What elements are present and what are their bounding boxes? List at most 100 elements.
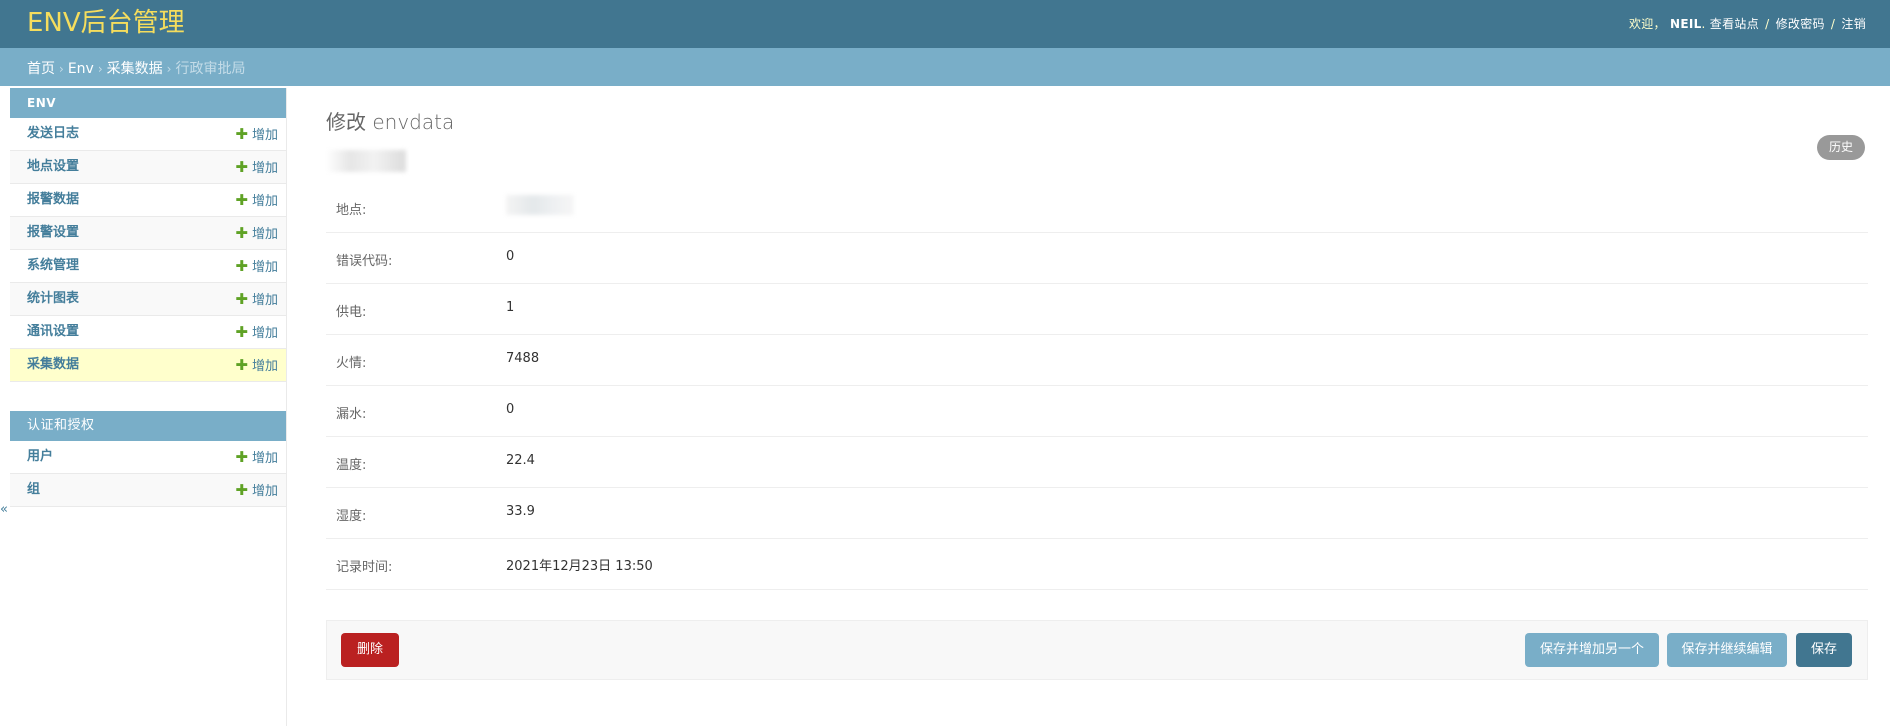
module-caption-env[interactable]: ENV: [10, 88, 286, 118]
plus-icon: ✚: [235, 356, 248, 374]
field-row-temperature: 温度: 22.4: [326, 437, 1868, 488]
breadcrumb-home[interactable]: 首页: [27, 61, 55, 77]
add-label: 增加: [251, 260, 278, 275]
sidebar-item-label[interactable]: 组: [27, 474, 40, 506]
sidebar-item-alarm-data: 报警数据 ✚ 增加: [10, 184, 286, 217]
username: NEIL: [1669, 17, 1702, 31]
history-button[interactable]: 历史: [1817, 135, 1866, 160]
sidebar-item-label[interactable]: 报警数据: [27, 184, 79, 216]
plus-icon: ✚: [235, 323, 248, 341]
sidebar-item-label[interactable]: 统计图表: [27, 283, 79, 315]
sidebar-item-label[interactable]: 地点设置: [27, 151, 79, 183]
site-brand[interactable]: ENV后台管理: [27, 6, 185, 40]
sidebar-item-label[interactable]: 系统管理: [27, 250, 79, 282]
field-row-power: 供电: 1: [326, 284, 1868, 335]
plus-icon: ✚: [235, 158, 248, 176]
sidebar-item-alarm-settings: 报警设置 ✚ 增加: [10, 217, 286, 250]
sidebar-item-collected-data: 采集数据 ✚ 增加: [10, 349, 286, 382]
add-label: 增加: [251, 359, 278, 374]
field-label: 地点:: [336, 203, 367, 218]
breadcrumb-separator: ›: [166, 62, 172, 76]
save-and-add-another-button[interactable]: 保存并增加另一个: [1525, 633, 1659, 667]
module-env: ENV 发送日志 ✚ 增加 地点设置 ✚ 增加 报警数据 ✚ 增加 报警设置 ✚ 增加 …: [10, 88, 286, 382]
field-label: 漏水:: [336, 407, 367, 422]
plus-icon: ✚: [235, 257, 248, 275]
field-value: 33.9: [506, 504, 535, 519]
separator: /: [1765, 17, 1770, 31]
add-link[interactable]: ✚ 增加: [235, 151, 278, 185]
sidebar-item-send-log: 发送日志 ✚ 增加: [10, 118, 286, 151]
page-title: 修改 envdata: [326, 110, 455, 134]
site-header: ENV后台管理 欢迎， NEIL. 查看站点 / 修改密码 / 注销: [0, 0, 1890, 48]
sidebar-item-label[interactable]: 报警设置: [27, 217, 79, 249]
field-label: 错误代码:: [336, 254, 393, 269]
field-row-fire: 火情: 7488: [326, 335, 1868, 386]
sidebar-item-label[interactable]: 用户: [27, 441, 53, 473]
view-site-link[interactable]: 查看站点: [1710, 17, 1759, 31]
sidebar-item-location-settings: 地点设置 ✚ 增加: [10, 151, 286, 184]
field-value: 7488: [506, 351, 540, 366]
sidebar-item-comm-settings: 通讯设置 ✚ 增加: [10, 316, 286, 349]
field-row-humidity: 湿度: 33.9: [326, 488, 1868, 539]
add-link[interactable]: ✚ 增加: [235, 118, 278, 152]
field-label: 温度:: [336, 458, 367, 473]
add-link[interactable]: ✚ 增加: [235, 217, 278, 251]
add-label: 增加: [251, 161, 278, 176]
sidebar-item-label[interactable]: 发送日志: [27, 118, 79, 150]
field-row-leak: 漏水: 0: [326, 386, 1868, 437]
field-value: 22.4: [506, 453, 535, 468]
sidebar-item-groups: 组 ✚ 增加: [10, 474, 286, 507]
add-label: 增加: [251, 227, 278, 242]
plus-icon: ✚: [235, 191, 248, 209]
delete-button[interactable]: 删除: [341, 633, 399, 667]
add-label: 增加: [251, 128, 278, 143]
add-label: 增加: [251, 326, 278, 341]
breadcrumb: 首页 › Env › 采集数据 › 行政审批局: [0, 48, 1890, 86]
plus-icon: ✚: [235, 125, 248, 143]
field-label: 供电:: [336, 305, 367, 320]
module-caption-auth[interactable]: 认证和授权: [10, 411, 286, 441]
add-label: 增加: [251, 484, 278, 499]
module-auth: 认证和授权 用户 ✚ 增加 组 ✚ 增加: [10, 411, 286, 507]
username-period: .: [1701, 17, 1706, 31]
breadcrumb-separator: ›: [59, 62, 64, 76]
add-link[interactable]: ✚ 增加: [235, 316, 278, 350]
save-button[interactable]: 保存: [1796, 633, 1852, 667]
field-row-location: 地点:: [326, 182, 1868, 233]
sidebar-item-label[interactable]: 采集数据: [27, 349, 79, 381]
readonly-fieldset: 地点: 错误代码: 0 供电: 1 火情: 7488 漏水: 0 温度: 22.…: [326, 182, 1868, 590]
breadcrumb-envdata[interactable]: 采集数据: [107, 61, 163, 77]
sidebar-item-label[interactable]: 通讯设置: [27, 316, 79, 348]
add-link[interactable]: ✚ 增加: [235, 184, 278, 218]
add-link[interactable]: ✚ 增加: [235, 349, 278, 383]
field-row-error-code: 错误代码: 0: [326, 233, 1868, 284]
sidebar-toggle-icon[interactable]: «: [0, 502, 8, 517]
field-value: 2021年12月23日 13:50: [506, 559, 653, 574]
field-row-record-time: 记录时间: 2021年12月23日 13:50: [326, 539, 1868, 590]
sidebar-item-users: 用户 ✚ 增加: [10, 441, 286, 474]
plus-icon: ✚: [235, 290, 248, 308]
add-link[interactable]: ✚ 增加: [235, 441, 278, 475]
plus-icon: ✚: [235, 448, 248, 466]
submit-row: 删除 保存并增加另一个 保存并继续编辑 保存: [326, 620, 1868, 680]
user-tools: 欢迎， NEIL. 查看站点 / 修改密码 / 注销: [1629, 15, 1866, 32]
breadcrumb-env[interactable]: Env: [68, 61, 94, 77]
field-value: 0: [506, 249, 515, 264]
breadcrumb-separator: ›: [97, 62, 103, 76]
change-password-link[interactable]: 修改密码: [1776, 17, 1825, 31]
field-label: 火情:: [336, 356, 367, 371]
plus-icon: ✚: [235, 224, 248, 242]
add-link[interactable]: ✚ 增加: [235, 250, 278, 284]
field-label: 记录时间:: [336, 560, 393, 575]
add-link[interactable]: ✚ 增加: [235, 283, 278, 317]
breadcrumb-current: 行政审批局: [175, 61, 246, 77]
separator: /: [1830, 17, 1836, 31]
logout-link[interactable]: 注销: [1841, 17, 1866, 31]
sidebar-item-system-management: 系统管理 ✚ 增加: [10, 250, 286, 283]
save-and-continue-button[interactable]: 保存并继续编辑: [1667, 633, 1787, 667]
add-link[interactable]: ✚ 增加: [235, 474, 278, 508]
field-value: 0: [506, 402, 515, 417]
add-label: 增加: [251, 293, 278, 308]
plus-icon: ✚: [235, 481, 248, 499]
object-label-redacted: [326, 150, 406, 172]
